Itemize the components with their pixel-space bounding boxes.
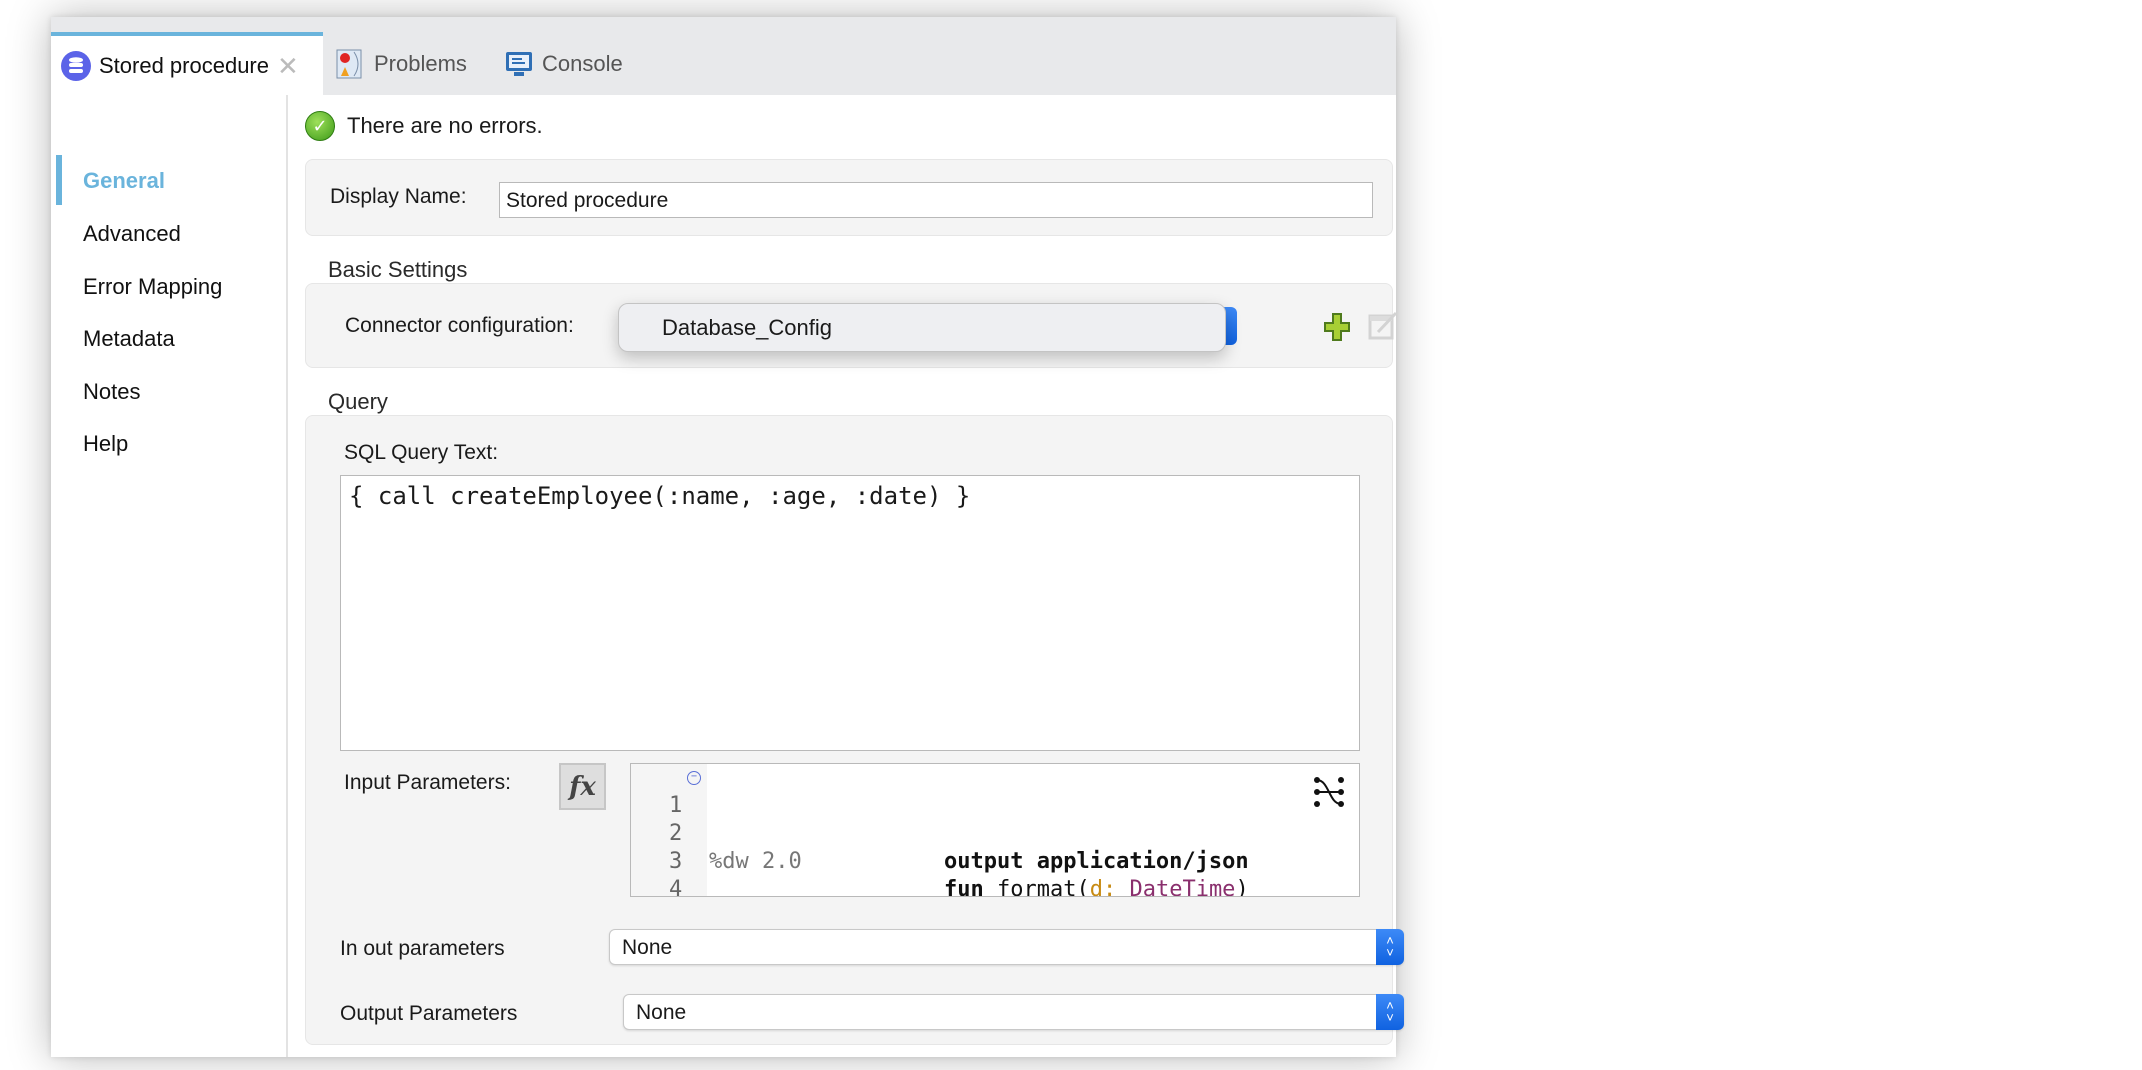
sidebar: General Advanced Error Mapping Metadata … bbox=[51, 95, 288, 1057]
tab-label: Stored procedure bbox=[99, 52, 269, 78]
tab-problems[interactable]: Problems bbox=[336, 32, 467, 95]
tab-bar: Stored procedure ✕ Problems Console bbox=[51, 17, 1396, 95]
connector-config-select[interactable]: Database_Config bbox=[618, 303, 1226, 352]
in-out-parameters-select[interactable]: None ˄ ˅ bbox=[609, 929, 1404, 965]
sidebar-item-metadata[interactable]: Metadata bbox=[83, 326, 175, 352]
sidebar-item-notes[interactable]: Notes bbox=[83, 379, 140, 405]
in-out-parameters-label: In out parameters bbox=[340, 937, 505, 960]
properties-panel: Stored procedure ✕ Problems Console Gene… bbox=[51, 17, 1404, 1057]
validation-status: ✓ There are no errors. bbox=[305, 111, 543, 141]
close-icon[interactable]: ✕ bbox=[277, 53, 299, 79]
selected-value: None bbox=[636, 1001, 687, 1024]
connector-config-label: Connector configuration: bbox=[345, 314, 574, 337]
selected-value: None bbox=[622, 936, 673, 959]
input-parameters-editor[interactable]: 1 − %dw 2.0 2 output application/json 3 … bbox=[630, 763, 1360, 897]
query-group: SQL Query Text: { call createEmployee(:n… bbox=[305, 415, 1404, 1045]
database-icon bbox=[61, 50, 91, 81]
fold-icon[interactable]: − bbox=[687, 771, 701, 785]
display-name-label: Display Name: bbox=[330, 185, 467, 208]
console-icon bbox=[504, 49, 534, 79]
problems-icon bbox=[336, 49, 366, 79]
basic-settings-title: Basic Settings bbox=[328, 257, 468, 282]
code-fun-format: fun format(d: DateTime) bbox=[944, 877, 1249, 897]
code-line: 4 --- bbox=[669, 877, 683, 897]
code-line: 5 { 'date': format(|2019- bbox=[631, 876, 737, 896]
graph-mapping-icon[interactable] bbox=[1309, 772, 1349, 812]
sql-query-label: SQL Query Text: bbox=[344, 441, 499, 464]
tab-label: Problems bbox=[374, 50, 467, 76]
code-line: 2 output application/json bbox=[669, 821, 1249, 874]
output-parameters-select[interactable]: None ˄ ˅ bbox=[623, 994, 1404, 1030]
select-arrows-icon: ˄ ˅ bbox=[1376, 929, 1404, 965]
tab-console[interactable]: Console bbox=[504, 32, 623, 95]
sidebar-item-general[interactable]: General bbox=[83, 168, 165, 194]
code-line: 1 − %dw 2.0 bbox=[669, 771, 802, 874]
query-title: Query bbox=[328, 389, 388, 414]
fx-expression-button[interactable]: fx bbox=[559, 763, 606, 810]
display-name-input[interactable]: Stored procedure bbox=[499, 182, 1373, 218]
status-message: There are no errors. bbox=[347, 113, 543, 138]
sidebar-item-help[interactable]: Help bbox=[83, 431, 128, 457]
display-name-group: Display Name: Stored procedure bbox=[305, 159, 1393, 236]
input-parameters-label: Input Parameters: bbox=[344, 771, 511, 794]
sql-query-textarea[interactable]: { call createEmployee(:name, :age, :date… bbox=[340, 475, 1360, 751]
select-arrows-icon: ˄ ˅ bbox=[1376, 994, 1404, 1030]
check-circle-icon: ✓ bbox=[305, 111, 335, 141]
sidebar-item-advanced[interactable]: Advanced bbox=[83, 221, 181, 247]
connector-config-option[interactable]: Database_Config bbox=[662, 315, 832, 341]
output-parameters-label: Output Parameters bbox=[340, 1002, 518, 1025]
code-line: 3 fun format(d: DateTime) bbox=[631, 820, 1249, 896]
tab-stored-procedure[interactable]: Stored procedure ✕ bbox=[51, 32, 323, 95]
tab-label: Console bbox=[542, 50, 623, 76]
active-indicator bbox=[56, 155, 62, 205]
edit-icon[interactable] bbox=[1368, 310, 1400, 347]
sidebar-item-error-mapping[interactable]: Error Mapping bbox=[83, 274, 222, 300]
plus-icon[interactable] bbox=[1323, 312, 1351, 347]
